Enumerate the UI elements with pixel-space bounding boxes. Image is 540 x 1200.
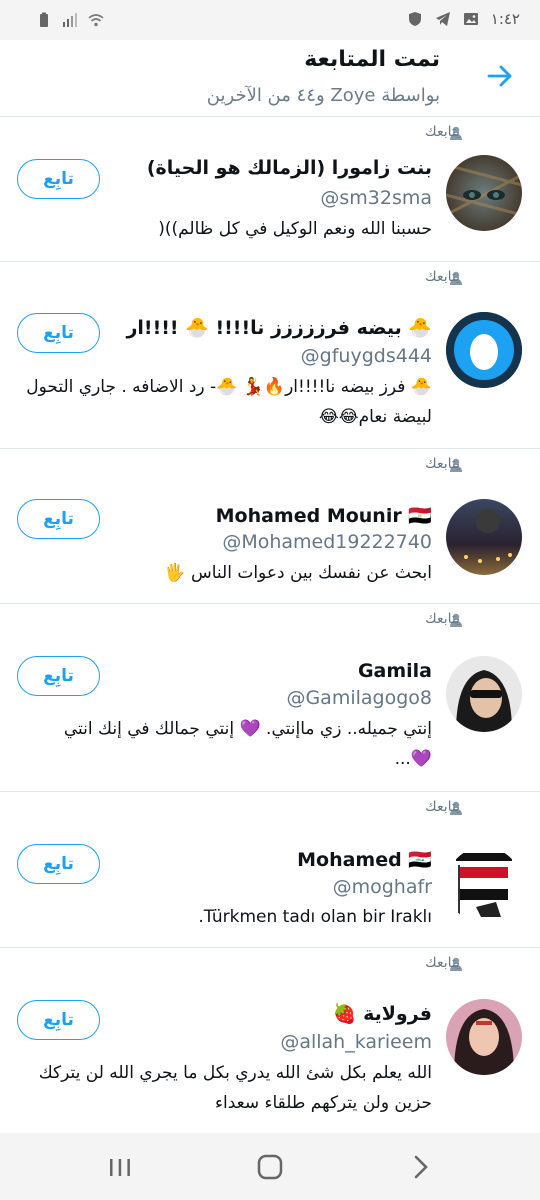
gallery-icon [463,13,478,25]
user-handle[interactable]: @gfuygds444 [301,345,432,367]
follow-button[interactable]: تابِع [17,656,100,696]
user-bio: إنتي جميله.. زي ماإنتي. 💜 إنتي جمالك في … [63,719,432,769]
follower-card[interactable]: يتابعك Gamila @Gamilagogo8 إنتي جميله.. … [0,604,540,792]
user-handle[interactable]: @sm32sma [320,187,432,209]
follower-card[interactable]: يتابعك 🐣 بيضه فرززززز نا!!!! 🐣 !!!!ار @g… [0,262,540,449]
follows-you-label: يتابعك [425,456,460,472]
follow-button[interactable]: تابِع [17,313,100,353]
follower-card[interactable]: يتابعك بنت زامورا (الزمالك هو الحياة) @s… [0,117,540,262]
user-bio: الله يعلم بكل شئ الله يدري بكل ما يجري ا… [38,1063,432,1113]
follows-you-label: يتابعك [425,124,460,140]
avatar[interactable] [446,656,522,732]
follow-button[interactable]: تابِع [17,1000,100,1040]
user-handle[interactable]: @Mohamed19222740 [222,531,432,553]
user-handle[interactable]: @moghafr [333,876,432,898]
system-nav-bar [0,1133,540,1200]
telegram-icon [435,12,450,26]
status-bar-right: ١:٤٢ [407,10,520,28]
follows-you-label: يتابعك [425,269,460,285]
header: تمت المتابعة بواسطة Zoye و٤٤ من الآخرين [0,40,540,116]
avatar[interactable] [446,155,522,231]
user-name[interactable]: بنت زامورا (الزمالك هو الحياة) [147,157,432,179]
follower-card[interactable]: يتابعك Mohamed 🇮🇶 @moghafr Türkmen tadı … [0,792,540,948]
follow-button[interactable]: تابِع [17,499,100,539]
status-bar-left [36,12,104,28]
user-name[interactable]: Gamila [358,660,432,682]
user-handle[interactable]: @allah_karieem [280,1031,432,1053]
user-bio: حسبنا الله ونعم الوكيل في كل ظالم))( [158,219,432,239]
user-handle[interactable]: @Gamilagogo8 [286,687,432,709]
page-subtitle: بواسطة Zoye و٤٤ من الآخرين [206,85,440,106]
recents-icon[interactable] [106,1153,134,1181]
home-icon[interactable] [256,1153,284,1181]
follow-button[interactable]: تابِع [17,159,100,199]
battery-icon [40,12,48,27]
user-name[interactable]: Mohamed Mounir 🇪🇬 [216,504,432,527]
wifi-icon [88,14,104,27]
user-bio: 🐣 فرز بيضه نا!!!!ار🔥💃 🐣- رد الاضافه . جا… [26,377,432,427]
user-bio: ابحث عن نفسك بين دعوات الناس 🖐 [164,563,432,583]
page-title: تمت المتابعة [304,47,440,72]
user-name[interactable]: فرولاية 🍓 [333,1002,432,1025]
avatar[interactable] [446,999,522,1075]
follow-button[interactable]: تابِع [17,844,100,884]
follower-card[interactable]: يتابعك فرولاية 🍓 @allah_karieem الله يعل… [0,948,540,1133]
follows-you-label: يتابعك [425,611,460,627]
signal-icon [63,13,77,27]
follower-card[interactable]: يتابعك Mohamed Mounir 🇪🇬 @Mohamed1922274… [0,449,540,604]
status-bar: ١:٤٢ [0,0,540,40]
status-time: ١:٤٢ [490,10,520,28]
shield-icon [408,12,421,26]
user-name[interactable]: Mohamed 🇮🇶 [297,848,432,871]
user-bio: Türkmen tadı olan bir Iraklı. [198,907,432,927]
avatar[interactable] [446,847,522,923]
back-chevron-icon[interactable] [406,1153,434,1181]
avatar[interactable] [446,499,522,575]
follows-you-label: يتابعك [425,799,460,815]
user-name[interactable]: 🐣 بيضه فرززززز نا!!!! 🐣 !!!!ار [126,316,432,339]
arrow-right-icon[interactable] [484,60,516,92]
follows-you-label: يتابعك [425,955,460,971]
avatar[interactable] [446,312,522,388]
